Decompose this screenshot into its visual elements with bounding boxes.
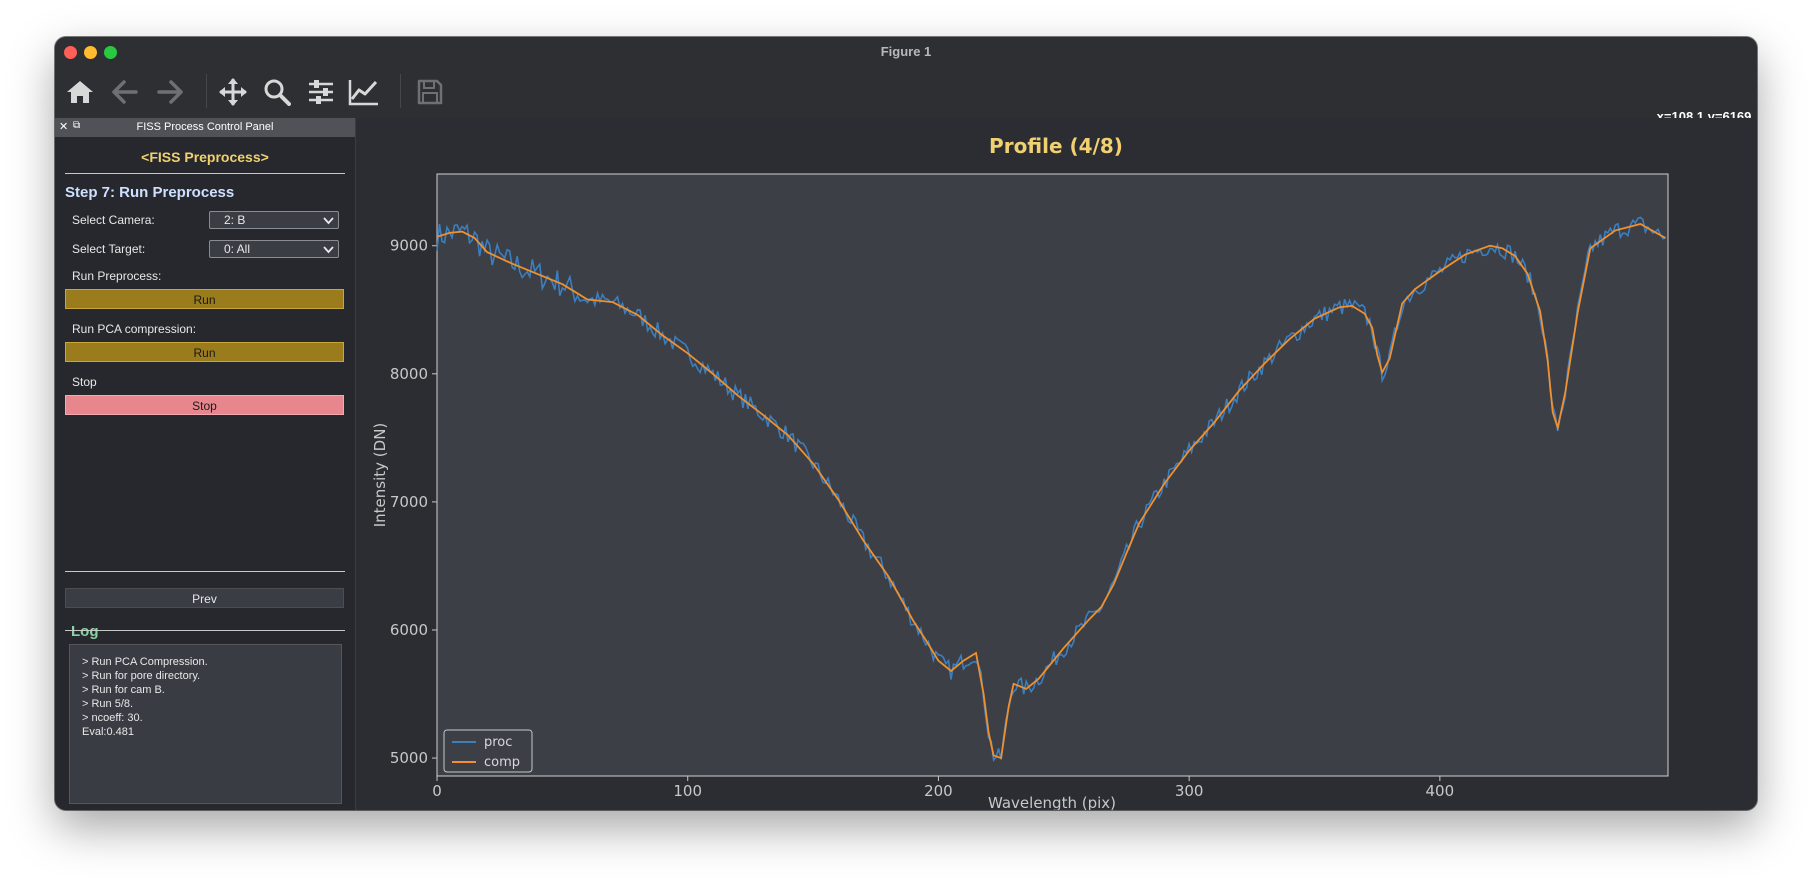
- divider: [65, 173, 345, 174]
- x-axis-label: Wavelength (pix): [988, 794, 1116, 810]
- y-tick-label: 9000: [390, 237, 428, 255]
- chevron-down-icon: [323, 246, 334, 254]
- profile-chart[interactable]: Profile (4/8) 0 100 200 300 400 5000 6000 7000 8…: [356, 118, 1757, 810]
- x-tick-label: 0: [432, 782, 442, 800]
- log-line: > Run 5/8.: [82, 698, 134, 710]
- panel-header-title: FISS Process Control Panel: [136, 121, 274, 133]
- y-axis-label: Intensity (DN): [371, 423, 389, 528]
- x-tick-label: 300: [1175, 782, 1204, 800]
- save-button[interactable]: [412, 74, 448, 110]
- magnifier-icon: [264, 79, 291, 106]
- run-pca-button[interactable]: Run: [65, 342, 344, 362]
- figure-window: Figure 1 x=108.1 y=6169. ✕ ⧉ FISS Proces…: [55, 37, 1757, 810]
- panel-section-title: <FISS Preprocess>: [141, 149, 269, 165]
- x-tick-label: 200: [924, 782, 953, 800]
- run-preprocess-button[interactable]: Run: [65, 289, 344, 309]
- pan-button[interactable]: [215, 74, 251, 110]
- log-line: > Run for cam B.: [82, 684, 165, 696]
- axes-frame[interactable]: [436, 173, 1669, 777]
- log-title: Log: [71, 623, 99, 640]
- legend-label-comp: comp: [484, 755, 520, 770]
- configure-subplots-button[interactable]: [303, 74, 339, 110]
- sliders-icon: [309, 80, 333, 104]
- run-preprocess-label: Run Preprocess:: [72, 269, 162, 283]
- select-target-label: Select Target:: [72, 242, 146, 256]
- toolbar: x=108.1 y=6169.: [55, 66, 1757, 124]
- toolbar-separator: [400, 74, 401, 108]
- run-pca-label: Run PCA compression:: [72, 322, 197, 336]
- log-line: > ncoeff: 30.: [82, 712, 143, 724]
- legend: proc comp: [443, 729, 533, 773]
- chart-title: Profile (4/8): [989, 134, 1123, 158]
- x-tick-label: 100: [673, 782, 702, 800]
- edit-axes-button[interactable]: [346, 74, 382, 110]
- target-select[interactable]: 0: All: [209, 240, 339, 258]
- stop-button[interactable]: Stop: [65, 395, 344, 415]
- log-output[interactable]: > Run PCA Compression. > Run for pore di…: [69, 644, 342, 804]
- camera-select-value: 2: B: [224, 213, 246, 227]
- window-title: Figure 1: [880, 44, 932, 59]
- title-bar: Figure 1: [55, 37, 1757, 67]
- arrow-right-icon: [157, 80, 183, 104]
- plot-canvas[interactable]: Profile (4/8) 0 100 200 300 400 5000 6000 7000 8…: [356, 118, 1757, 810]
- zoom-button[interactable]: [259, 74, 295, 110]
- step-title: Step 7: Run Preprocess: [65, 184, 235, 201]
- line-chart-icon: [348, 80, 378, 106]
- control-panel: ✕ ⧉ FISS Process Control Panel <FISS Pre…: [55, 118, 356, 810]
- panel-header: ✕ ⧉ FISS Process Control Panel: [55, 118, 355, 137]
- move-icon: [219, 78, 247, 106]
- log-line: Eval:0.481: [82, 726, 134, 738]
- y-tick-label: 7000: [390, 493, 428, 511]
- camera-select[interactable]: 2: B: [209, 211, 339, 229]
- back-button[interactable]: [107, 74, 143, 110]
- target-select-value: 0: All: [224, 242, 251, 256]
- y-tick-label: 5000: [390, 749, 428, 767]
- x-tick-label: 400: [1426, 782, 1455, 800]
- y-tick-label: 6000: [390, 621, 428, 639]
- prev-button[interactable]: Prev: [65, 588, 344, 608]
- arrow-left-icon: [112, 80, 138, 104]
- home-button[interactable]: [62, 74, 98, 110]
- forward-button[interactable]: [152, 74, 188, 110]
- divider: [65, 571, 345, 572]
- legend-label-proc: proc: [484, 735, 512, 750]
- log-line: > Run PCA Compression.: [82, 656, 208, 668]
- select-camera-label: Select Camera:: [72, 213, 155, 227]
- chevron-down-icon: [323, 217, 334, 225]
- y-tick-label: 8000: [390, 365, 428, 383]
- toolbar-separator: [206, 74, 207, 108]
- log-line: > Run for pore directory.: [82, 670, 201, 682]
- stop-label: Stop: [72, 375, 97, 389]
- home-icon: [67, 81, 93, 103]
- floppy-disk-icon: [417, 79, 443, 105]
- divider: [65, 630, 345, 631]
